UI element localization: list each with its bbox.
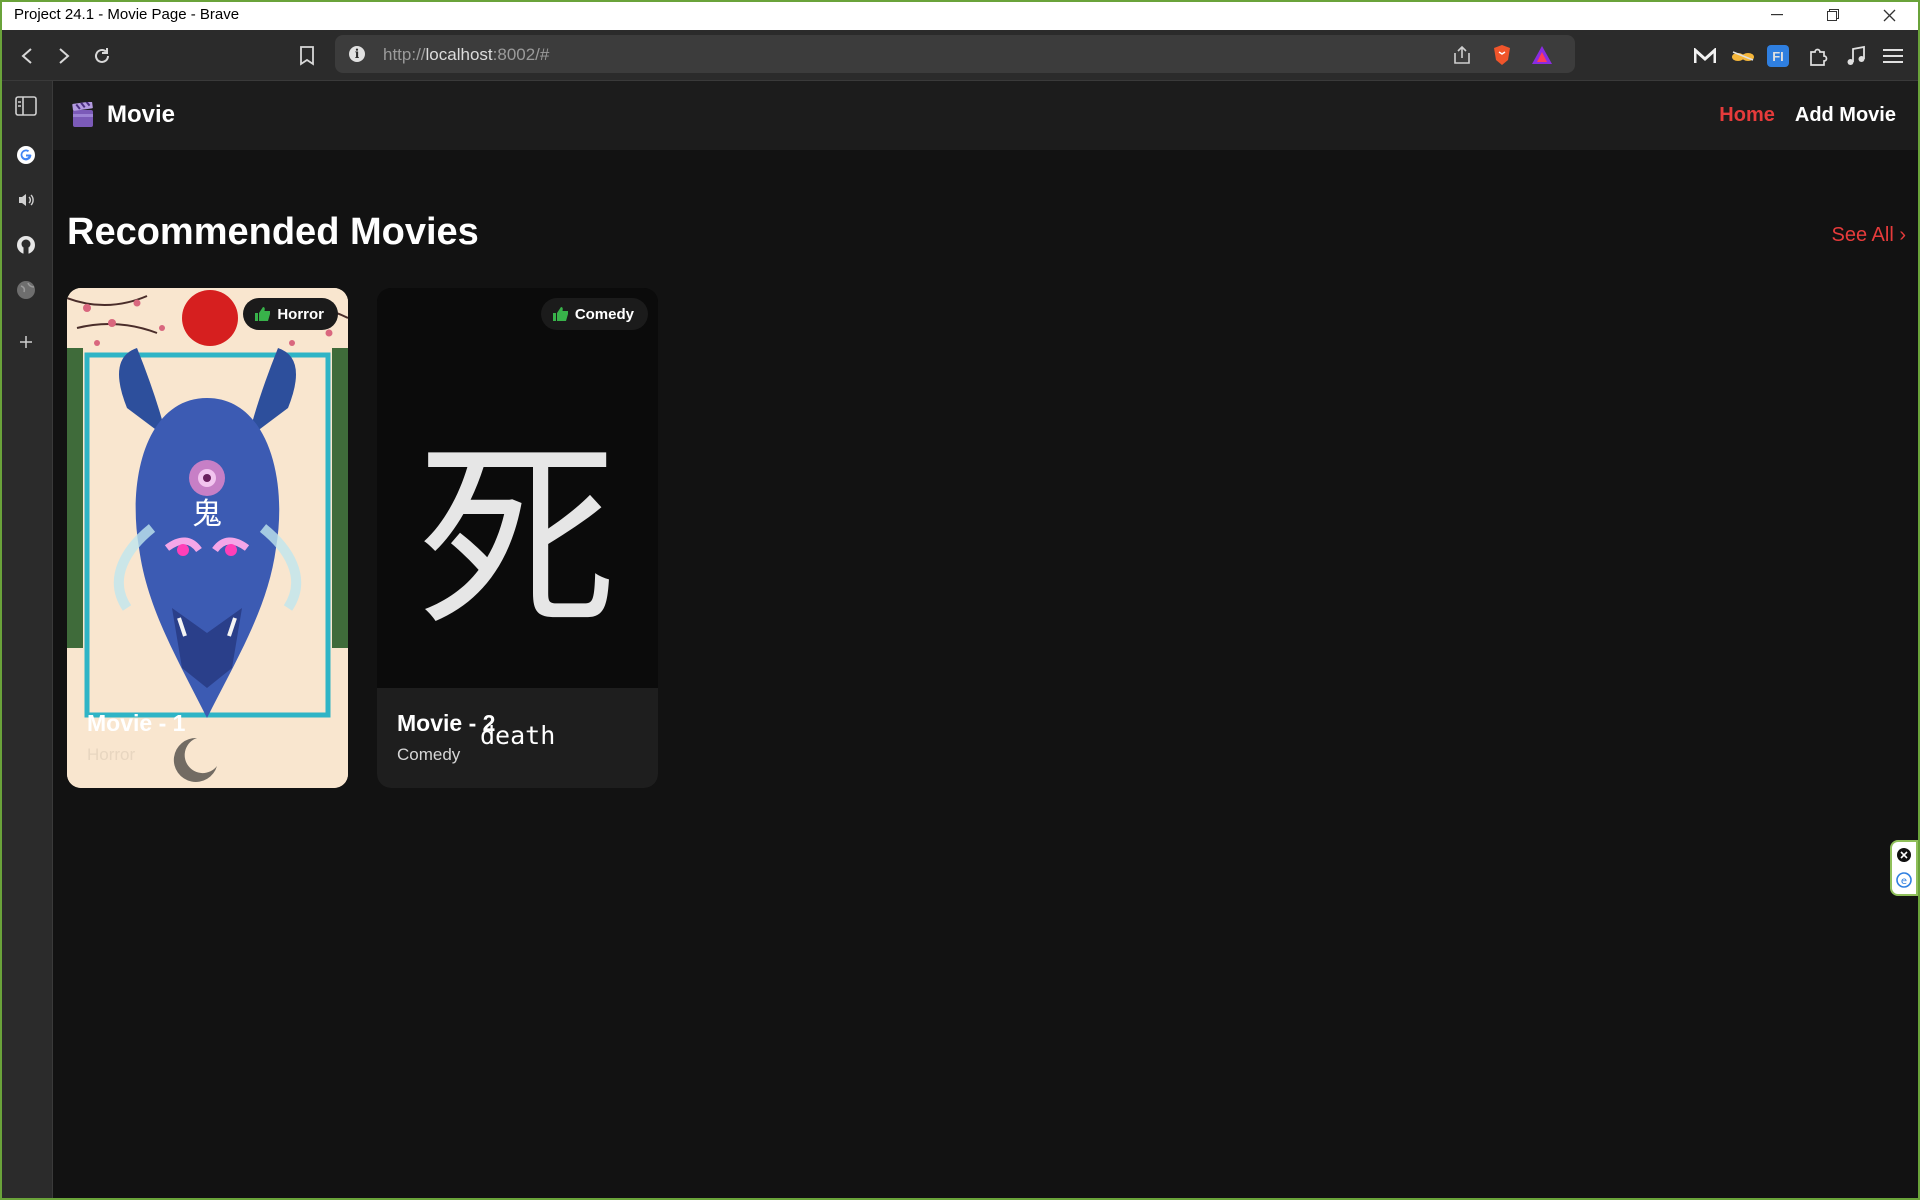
share-icon[interactable] xyxy=(1450,43,1474,67)
add-icon[interactable] xyxy=(13,329,39,355)
google-icon[interactable] xyxy=(13,142,39,168)
movie-page: Movie Home Add Movie Recommended Movies … xyxy=(53,81,1920,1200)
movie-card[interactable]: 死 Comedy Movie - 2 Comedy xyxy=(377,288,658,788)
menu-icon[interactable] xyxy=(1880,43,1906,69)
clapperboard-icon xyxy=(72,102,93,127)
close-window-button[interactable] xyxy=(1861,0,1917,30)
brand-name: Movie xyxy=(107,101,176,128)
browser-sidebar xyxy=(0,81,53,1200)
overlay-text: death xyxy=(480,721,556,750)
address-bar[interactable]: i http://localhost:8002/# xyxy=(335,35,1575,73)
brand[interactable]: Movie xyxy=(71,101,175,129)
nav-add-movie-link[interactable]: Add Movie xyxy=(1795,104,1896,127)
nav-home-link[interactable]: Home xyxy=(1719,104,1775,127)
forward-icon[interactable] xyxy=(50,42,78,70)
close-circle-icon: e xyxy=(1896,848,1912,888)
url-text[interactable]: http://localhost:8002/# xyxy=(383,45,549,65)
genre-badge-label: Horror xyxy=(277,305,324,323)
title-bar: Project 24.1 - Movie Page - Brave xyxy=(0,0,1920,30)
fi-extension[interactable]: FI xyxy=(1767,45,1789,67)
poster-glyph: 鬼 xyxy=(192,497,222,532)
movie-genre: Comedy xyxy=(397,745,461,764)
mega-extension[interactable] xyxy=(1692,43,1718,69)
section-title: Recommended Movies xyxy=(67,211,479,253)
restore-button[interactable] xyxy=(1805,0,1861,30)
github-icon[interactable] xyxy=(13,232,39,258)
genre-badge-label: Comedy xyxy=(574,305,634,323)
sidebar-toggle-icon[interactable] xyxy=(13,93,39,119)
genre-badge: Comedy xyxy=(540,298,648,330)
site-info-icon[interactable]: i xyxy=(349,46,365,62)
thumbs-up-icon xyxy=(255,307,271,321)
edge-widget[interactable]: e xyxy=(1890,840,1918,896)
brave-rewards-icon[interactable] xyxy=(1530,43,1554,67)
reload-icon[interactable] xyxy=(88,42,116,70)
poster-glyph: 死 xyxy=(417,423,617,656)
back-icon[interactable] xyxy=(13,42,41,70)
speaker-icon[interactable] xyxy=(13,187,39,213)
see-all-link[interactable]: See All › xyxy=(1832,224,1906,247)
movie-title: Movie - 1 xyxy=(87,710,186,736)
thumbs-up-icon xyxy=(552,307,568,321)
bookmark-icon[interactable] xyxy=(293,42,321,70)
window-title: Project 24.1 - Movie Page - Brave xyxy=(14,6,240,23)
svg-text:e: e xyxy=(1901,876,1907,887)
genre-badge: Horror xyxy=(243,298,338,330)
movie-card[interactable]: 鬼 Horror Movie - 1 Horror xyxy=(67,288,348,788)
site-navbar: Movie Home Add Movie xyxy=(53,81,1920,150)
browser-toolbar: i http://localhost:8002/# FI xyxy=(0,30,1920,81)
brave-shields-icon[interactable] xyxy=(1490,43,1514,67)
globe-icon[interactable] xyxy=(13,277,39,303)
minimize-button[interactable] xyxy=(1749,0,1805,30)
glasses-extension[interactable] xyxy=(1730,43,1756,69)
movie-genre: Horror xyxy=(87,745,136,764)
puzzle-extension[interactable] xyxy=(1805,43,1831,69)
music-extension[interactable] xyxy=(1843,43,1869,69)
nav-links: Home Add Movie xyxy=(1719,104,1896,127)
